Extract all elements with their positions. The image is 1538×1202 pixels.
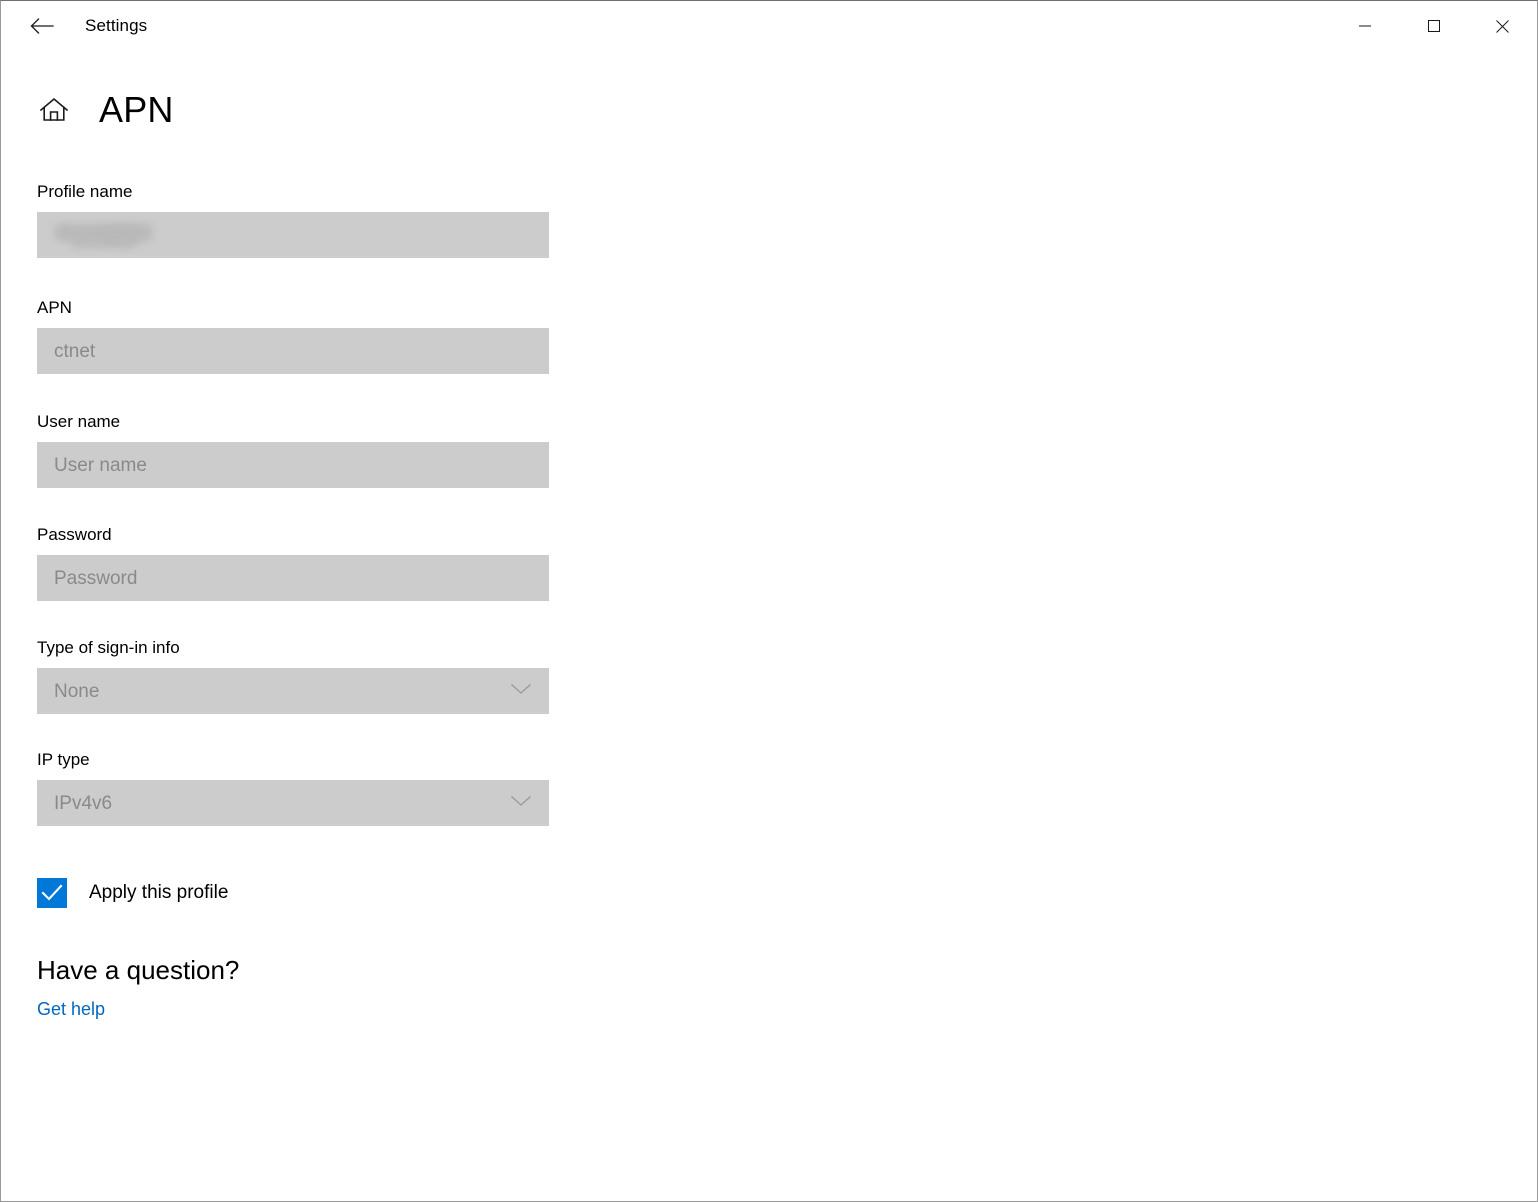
maximize-icon xyxy=(1427,20,1440,32)
page-title: APN xyxy=(99,89,174,130)
field-label-password: Password xyxy=(37,525,112,544)
user-name-input-value: User name xyxy=(54,454,147,476)
window-caption-buttons xyxy=(1330,1,1537,51)
minimize-icon xyxy=(1358,25,1371,27)
profile-name-input[interactable] xyxy=(37,212,549,258)
field-signin-type: Type of sign-in info None xyxy=(37,637,1537,714)
minimize-button[interactable] xyxy=(1330,1,1399,51)
get-help-link[interactable]: Get help xyxy=(37,999,105,1020)
field-ip-type: IP type IPv4v6 xyxy=(37,749,1537,826)
maximize-button[interactable] xyxy=(1399,1,1468,51)
field-profile-name: Profile name xyxy=(37,181,1537,258)
checkmark-icon xyxy=(41,884,63,901)
page-header: APN xyxy=(1,84,1537,136)
field-label-profile-name: Profile name xyxy=(37,182,133,201)
back-button[interactable] xyxy=(19,8,65,44)
apply-profile-checkbox-row[interactable]: Apply this profile xyxy=(37,878,228,908)
apn-input[interactable]: ctnet xyxy=(37,328,549,374)
apn-input-value: ctnet xyxy=(54,340,96,362)
password-input-value: Password xyxy=(54,567,138,589)
redacted-value xyxy=(54,222,159,248)
titlebar-title: Settings xyxy=(85,16,148,35)
apply-profile-label: Apply this profile xyxy=(89,882,229,903)
field-apn: APN ctnet xyxy=(37,297,1537,374)
close-icon xyxy=(1496,19,1509,33)
title-bar: Settings xyxy=(1,1,1537,51)
close-button[interactable] xyxy=(1468,1,1537,51)
help-heading: Have a question? xyxy=(37,955,240,985)
field-password: Password Password xyxy=(37,524,1537,601)
home-button[interactable] xyxy=(35,91,73,129)
home-icon xyxy=(39,97,69,121)
ip-type-select[interactable]: IPv4v6 xyxy=(37,780,549,826)
field-label-ip-type: IP type xyxy=(37,750,90,769)
settings-window: Settings APN Profile name APN ctnet User… xyxy=(0,0,1538,1202)
field-label-signin-type: Type of sign-in info xyxy=(37,638,180,657)
field-label-apn: APN xyxy=(37,298,72,317)
user-name-input[interactable]: User name xyxy=(37,442,549,488)
settings-content: Profile name APN ctnet User name User na… xyxy=(1,181,1537,1020)
field-label-user-name: User name xyxy=(37,412,121,431)
signin-type-value: None xyxy=(54,680,100,702)
chevron-down-icon xyxy=(511,682,531,700)
chevron-down-icon xyxy=(511,794,531,812)
apply-profile-checkbox[interactable] xyxy=(37,878,67,908)
ip-type-value: IPv4v6 xyxy=(54,792,113,814)
field-user-name: User name User name xyxy=(37,411,1537,488)
signin-type-select[interactable]: None xyxy=(37,668,549,714)
back-arrow-icon xyxy=(30,18,54,34)
password-input[interactable]: Password xyxy=(37,555,549,601)
